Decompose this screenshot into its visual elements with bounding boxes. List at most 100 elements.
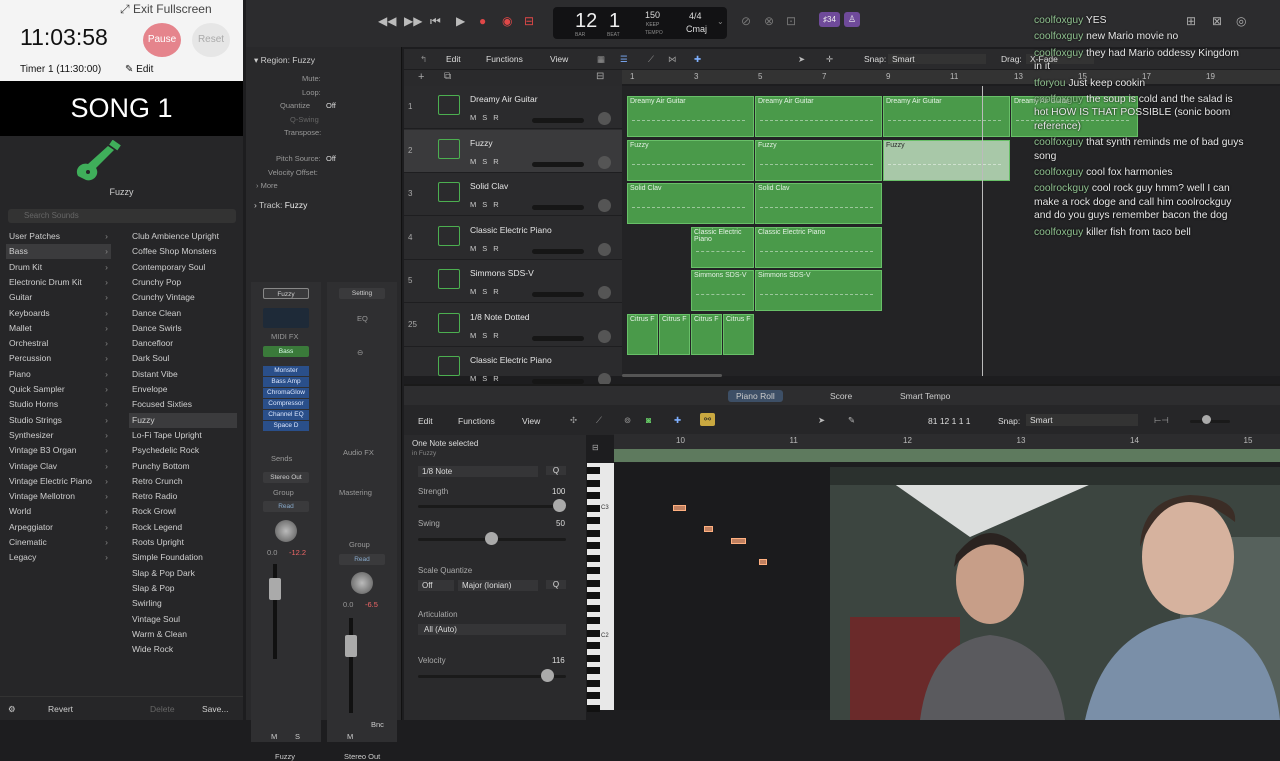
track-name[interactable]: Simmons SDS-V (470, 268, 534, 278)
patch-item[interactable]: Swirling (129, 596, 237, 611)
midi-note[interactable] (731, 538, 746, 544)
black-key[interactable] (587, 504, 600, 512)
track-volume-slider[interactable] (532, 335, 584, 341)
black-key[interactable] (587, 529, 600, 537)
audio-fx-slot[interactable]: ChromaGlow (263, 388, 309, 398)
category-item[interactable]: Vintage Mellotron › (6, 489, 111, 504)
pr-functions-menu[interactable]: Functions (458, 416, 495, 426)
category-item[interactable]: Quick Sampler › (6, 382, 111, 397)
region-inspector-header[interactable]: ▾ Region: Fuzzy (254, 55, 315, 66)
region-guitar-3[interactable]: Dreamy Air Guitar (883, 96, 1010, 137)
category-item[interactable]: Arpeggiator › (6, 520, 111, 535)
black-key[interactable] (587, 579, 600, 587)
horizontal-scrollbar[interactable] (622, 374, 722, 377)
patch-item[interactable]: Focused Sixties (129, 397, 237, 412)
patch-item[interactable]: Psychedelic Rock (129, 443, 237, 458)
category-item[interactable]: Vintage Electric Piano › (6, 474, 111, 489)
track-buttons[interactable]: MSR (470, 157, 505, 166)
audio-fx-slot[interactable]: Compressor (263, 399, 309, 409)
pr-zoom-h-icon[interactable]: ⊢⊣ (1154, 415, 1169, 426)
strength-slider[interactable] (418, 505, 566, 508)
track-buttons[interactable]: MSR (470, 374, 505, 383)
automation-icon[interactable]: ⟋ (648, 54, 654, 65)
black-key[interactable] (587, 704, 600, 712)
black-key[interactable] (587, 554, 600, 562)
region-fuzzy-2[interactable]: Fuzzy (755, 140, 882, 181)
metronome-icon[interactable]: ⊘ (741, 14, 751, 28)
track-pan-knob[interactable] (598, 112, 611, 125)
audio-fx-slot[interactable]: Channel EQ (263, 410, 309, 420)
go-to-start-icon[interactable]: ⏮ (430, 14, 441, 29)
quantize-q-button[interactable]: Q (546, 466, 566, 475)
track-name[interactable]: Classic Electric Piano (470, 355, 552, 365)
track-buttons[interactable]: MSR (470, 200, 505, 209)
swing-knob[interactable] (485, 532, 498, 545)
category-item[interactable]: Electronic Drum Kit › (6, 275, 111, 290)
tracks-edit-menu[interactable]: Edit (446, 54, 461, 64)
pr-pointer-tool-icon[interactable]: ➤ (818, 415, 825, 426)
category-item[interactable]: Guitar › (6, 290, 111, 305)
track-header[interactable]: 1 Dreamy Air Guitar MSR (404, 86, 622, 129)
track-header[interactable]: 25 1/8 Note Dotted MSR (404, 304, 622, 347)
volume-fader-out[interactable] (345, 635, 357, 657)
track-name[interactable]: Solid Clav (470, 181, 508, 191)
track-volume-slider[interactable] (532, 292, 584, 297)
patch-item[interactable]: Rock Legend (129, 520, 237, 535)
scale-q-button[interactable]: Q (546, 580, 566, 589)
black-key[interactable] (587, 692, 600, 699)
mute-button-out[interactable]: M (347, 732, 353, 741)
patch-item[interactable]: Fuzzy (129, 412, 237, 428)
mute-button[interactable]: M (271, 732, 277, 741)
patch-item[interactable]: Warm & Clean (129, 627, 237, 642)
bounce-button[interactable]: Bnc (371, 720, 384, 729)
category-item[interactable]: Mallet › (6, 321, 111, 336)
patch-item[interactable]: Retro Radio (129, 489, 237, 504)
pr-link-icon[interactable]: ⚯ (700, 413, 716, 426)
track-buttons[interactable]: MSR (470, 331, 505, 340)
midi-note[interactable] (704, 526, 713, 532)
playhead[interactable] (982, 86, 983, 376)
scale-mode-select[interactable]: Major (Ionian) (458, 580, 538, 591)
category-item[interactable]: Synthesizer › (6, 428, 111, 443)
category-item[interactable]: Keyboards › (6, 306, 111, 321)
black-key[interactable] (587, 629, 600, 637)
automation-read[interactable]: Read (263, 501, 309, 512)
patch-item[interactable]: Punchy Bottom (129, 459, 237, 474)
region-piano-2[interactable]: Classic Electric Piano (755, 227, 882, 268)
region-citrus-3[interactable]: Citrus F (691, 314, 722, 355)
region-fuzzy-1[interactable]: Fuzzy (627, 140, 754, 181)
track-header[interactable]: 3 Solid Clav MSR (404, 173, 622, 216)
patch-item[interactable]: Envelope (129, 382, 237, 397)
tracks-functions-menu[interactable]: Functions (486, 54, 523, 64)
region-citrus-2[interactable]: Citrus F (659, 314, 690, 355)
track-buttons[interactable]: MSR (470, 113, 505, 122)
tab-piano-roll[interactable]: Piano Roll (728, 390, 783, 402)
track-inspector-header[interactable]: › Track: Fuzzy (254, 200, 307, 210)
pr-automation-icon[interactable]: ⟋ (596, 415, 602, 426)
strength-knob[interactable] (553, 499, 566, 512)
track-header[interactable]: 4 Classic Electric Piano MSR (404, 217, 622, 260)
add-track-icon[interactable]: + (418, 71, 424, 83)
region-simmons-1[interactable]: Simmons SDS-V (691, 270, 754, 311)
black-key[interactable] (587, 642, 600, 649)
track-name[interactable]: Dreamy Air Guitar (470, 94, 538, 104)
more-toggle[interactable]: › More (256, 181, 278, 190)
category-item[interactable]: Piano › (6, 367, 111, 382)
patch-item[interactable]: Coffee Shop Monsters (129, 244, 237, 259)
track-name[interactable]: 1/8 Note Dotted (470, 312, 530, 322)
volume-fader[interactable] (269, 578, 281, 600)
pointer-tool-icon[interactable]: ➤ (798, 54, 805, 65)
list-editor-icon[interactable]: ⊡ (786, 14, 796, 28)
category-item[interactable]: Cinematic › (6, 535, 111, 550)
region-fuzzy-selected[interactable]: Fuzzy (883, 140, 1010, 181)
patch-item[interactable]: Club Ambience Upright (129, 229, 237, 244)
patch-item[interactable]: Distant Vibe (129, 367, 237, 382)
eq-label[interactable]: EQ (357, 314, 368, 323)
pr-zoom-knob[interactable] (1202, 415, 1211, 424)
black-key[interactable] (587, 654, 600, 662)
category-item[interactable]: User Patches › (6, 229, 111, 244)
track-pan-knob[interactable] (598, 329, 611, 343)
region-guitar-1[interactable]: Dreamy Air Guitar (627, 96, 754, 137)
category-item[interactable]: Vintage B3 Organ › (6, 443, 111, 458)
category-item[interactable]: Orchestral › (6, 336, 111, 351)
